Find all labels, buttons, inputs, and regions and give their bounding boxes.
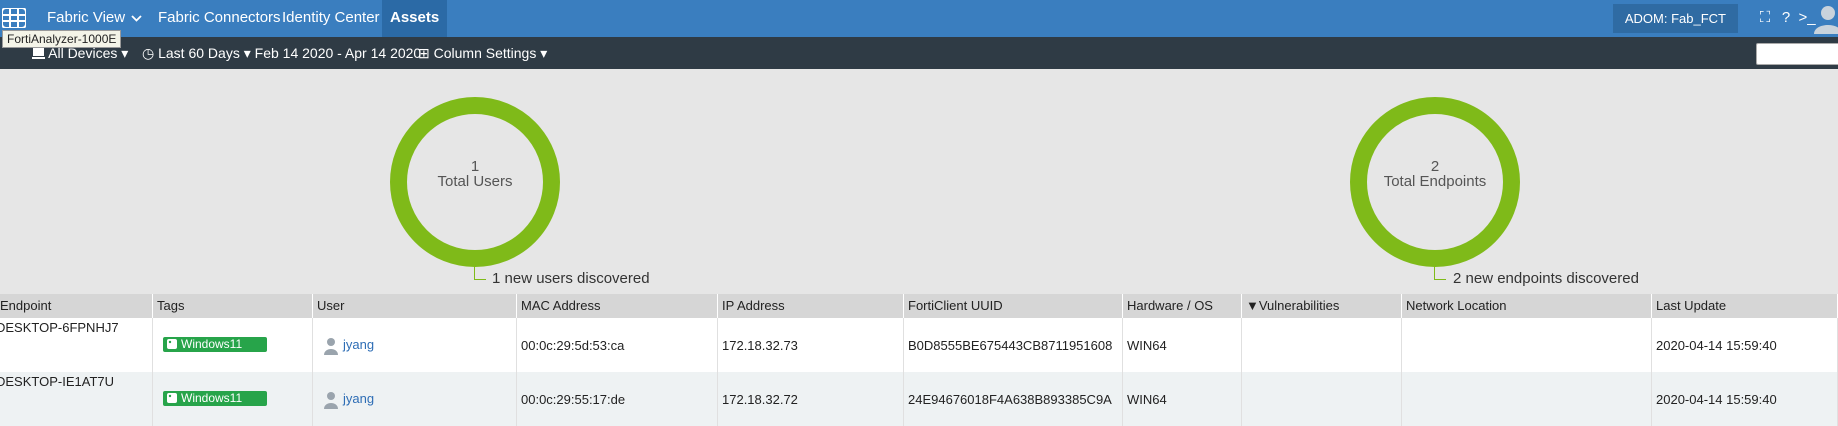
- cell-last-update: 2020-04-14 15:59:40: [1652, 318, 1838, 372]
- grid-icon: ⊞: [418, 45, 430, 61]
- cell-user: jyang: [313, 372, 517, 426]
- cell-mac: 00:0c:29:55:17:de: [517, 372, 718, 426]
- cell-uuid: 24E94676018F4A638B893385C9A: [904, 372, 1123, 426]
- device-icon: [32, 48, 45, 59]
- user-icon: [324, 392, 338, 409]
- date-range-text: Feb 14 2020 - Apr 14 2020: [254, 45, 422, 61]
- user-link[interactable]: jyang: [343, 337, 374, 352]
- cell-tags: Windows11: [153, 318, 313, 372]
- col-network-location[interactable]: Network Location: [1402, 294, 1652, 318]
- table-row[interactable]: DESKTOP-IE1AT7U Windows11 jyang 00:0c:29…: [0, 372, 1838, 426]
- chevron-down-icon: [131, 14, 142, 22]
- tag-icon: [167, 339, 177, 349]
- cell-endpoint: DESKTOP-IE1AT7U: [0, 372, 153, 426]
- nav-identity-center[interactable]: Identity Center: [274, 0, 388, 37]
- total-users-count: 1: [470, 158, 480, 175]
- col-mac-address[interactable]: MAC Address: [517, 294, 718, 318]
- tag-badge[interactable]: Windows11: [163, 337, 267, 352]
- caret-down-icon: ▾: [121, 45, 129, 61]
- column-settings-dropdown[interactable]: ⊞ Column Settings ▾: [418, 37, 547, 69]
- total-users-ring: 1 Total Users: [390, 97, 560, 267]
- help-icon[interactable]: ?: [1777, 9, 1795, 27]
- total-endpoints-label: Total Endpoints: [1383, 173, 1487, 190]
- cell-network-location: [1402, 372, 1652, 426]
- col-forticlient-uuid[interactable]: FortiClient UUID: [904, 294, 1123, 318]
- nav-assets[interactable]: Assets: [382, 0, 448, 37]
- caret-down-icon: ▾: [540, 45, 548, 61]
- time-range-dropdown[interactable]: ◷ Last 60 Days ▾ Feb 14 2020 - Apr 14 20…: [142, 37, 421, 69]
- cell-vulnerabilities: [1242, 318, 1402, 372]
- col-hardware-os[interactable]: Hardware / OS: [1123, 294, 1242, 318]
- filter-toolbar: All Devices ▾ ◷ Last 60 Days ▾ Feb 14 20…: [0, 37, 1838, 69]
- cell-tags: Windows11: [153, 372, 313, 426]
- total-users-label: Total Users: [437, 173, 513, 190]
- nav-fabric-connectors[interactable]: Fabric Connectors: [150, 0, 289, 37]
- new-users-note: 1 new users discovered: [492, 270, 650, 287]
- tag-badge[interactable]: Windows11: [163, 391, 267, 406]
- col-last-update[interactable]: Last Update: [1652, 294, 1838, 318]
- col-user[interactable]: User: [313, 294, 517, 318]
- users-connector: [474, 266, 486, 280]
- cell-ip: 172.18.32.73: [718, 318, 904, 372]
- clock-icon: ◷: [142, 45, 155, 61]
- fortinet-logo-icon[interactable]: [2, 8, 26, 28]
- cell-user: jyang: [313, 318, 517, 372]
- user-link[interactable]: jyang: [343, 391, 374, 406]
- adom-selector[interactable]: ADOM: Fab_FCT: [1612, 4, 1738, 33]
- cell-last-update: 2020-04-14 15:59:40: [1652, 372, 1838, 426]
- cell-network-location: [1402, 318, 1652, 372]
- cell-uuid: B0D8555BE675443CB8711951608: [904, 318, 1123, 372]
- total-endpoints-ring: 2 Total Endpoints: [1350, 97, 1520, 267]
- cell-ip: 172.18.32.72: [718, 372, 904, 426]
- col-endpoint[interactable]: Endpoint: [0, 294, 153, 318]
- table-row[interactable]: DESKTOP-6FPNHJ7 Windows11 jyang 00:0c:29…: [0, 318, 1838, 372]
- col-ip-address[interactable]: IP Address: [718, 294, 904, 318]
- search-input[interactable]: [1756, 43, 1838, 65]
- cell-os: WIN64: [1123, 372, 1242, 426]
- top-nav-bar: Fabric View Fabric Connectors Identity C…: [0, 0, 1838, 37]
- cell-vulnerabilities: [1242, 372, 1402, 426]
- user-icon: [324, 338, 338, 355]
- tag-icon: [167, 393, 177, 403]
- fullscreen-icon[interactable]: ⛶: [1756, 9, 1774, 27]
- col-tags[interactable]: Tags: [153, 294, 313, 318]
- col-vulnerabilities[interactable]: ▼Vulnerabilities: [1242, 294, 1402, 318]
- endpoints-connector: [1434, 266, 1446, 280]
- total-endpoints-count: 2: [1430, 158, 1440, 175]
- cell-mac: 00:0c:29:5d:53:ca: [517, 318, 718, 372]
- admin-avatar-icon[interactable]: [1810, 2, 1838, 34]
- caret-down-icon: ▾: [243, 45, 251, 61]
- cell-os: WIN64: [1123, 318, 1242, 372]
- cell-endpoint: DESKTOP-6FPNHJ7: [0, 318, 153, 372]
- assets-table-header: Endpoint Tags User MAC Address IP Addres…: [0, 294, 1838, 318]
- device-tooltip: FortiAnalyzer-1000E: [2, 30, 122, 48]
- new-endpoints-note: 2 new endpoints discovered: [1453, 270, 1639, 287]
